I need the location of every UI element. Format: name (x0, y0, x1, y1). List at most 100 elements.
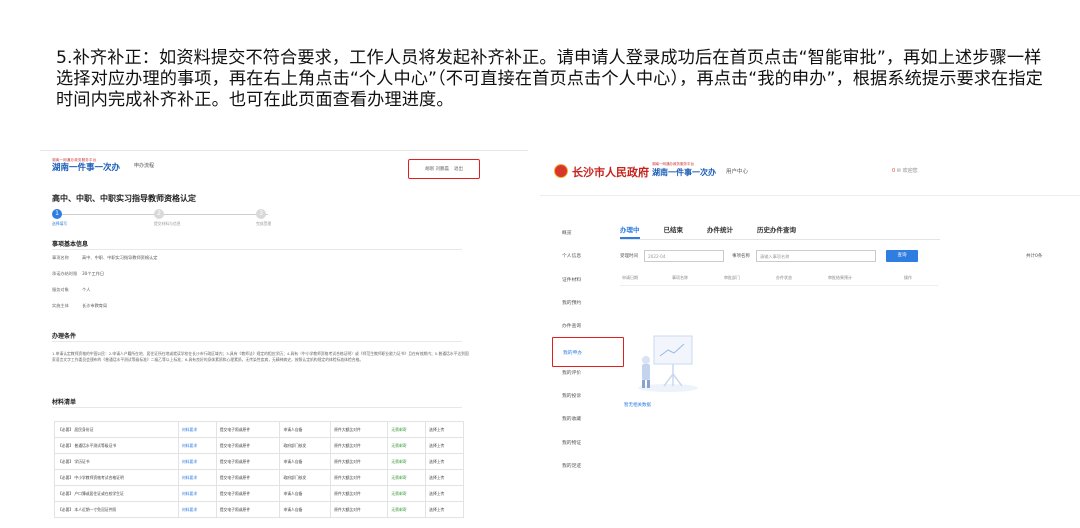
table-row: 【必要】 本人近期一寸免冠证件照 材料要求 提交电子照或原件 申请人自备 原件大额比对件… (54, 501, 464, 518)
mail-option: 无需邮寄 (387, 469, 427, 486)
material-name: 【必要】 中小学教师资格考试合格证明 (54, 469, 179, 486)
mail-option: 无需邮寄 (387, 453, 427, 470)
my-applications-label[interactable]: 我的申办 (563, 349, 582, 356)
table-row: 【必要】 户口簿或居住证或在校学生证 材料要求 提交电子照或原件 申请人自备 原件大额比… (54, 485, 464, 502)
upload-button[interactable]: 选择上传 (425, 453, 464, 470)
name-input[interactable]: 请输入事项名称 (756, 250, 876, 262)
gov-name[interactable]: 长沙市人民政府 (572, 164, 649, 180)
col-header: 事项名称 (672, 274, 688, 280)
hunan-logo[interactable]: 湖南一网通办政务服务平台 湖南一件事一次办 (52, 158, 120, 173)
info-row: 事项名称 高中、中职、中职实习指导教师资格认定 (52, 255, 158, 260)
col-header: 办件状态 (776, 274, 792, 280)
material-requirement-link[interactable]: 材料要求 (177, 453, 217, 470)
basic-info-title: 事项基本信息 (52, 241, 89, 248)
material-name: 【必要】 本人近期一寸免冠证件照 (54, 501, 179, 518)
filter-bar: 受理时间 2022-04 事项名称 请输入事项名称 查询 共计0条 (620, 250, 1060, 262)
table-row: 【必要】 中小学教师资格考试合格证明 材料要求 提交电子照或原件 政府部门核发 原件大额… (54, 469, 464, 486)
upload-button[interactable]: 选择上传 (425, 485, 464, 502)
material-requirement-link[interactable]: 材料要求 (177, 485, 217, 502)
material-requirement-link[interactable]: 材料要求 (177, 421, 217, 438)
sidebar-item-profile[interactable]: 个人信息 (552, 245, 612, 268)
sidebar-item-favorites[interactable]: 我的收藏 (552, 408, 612, 431)
mail-option: 无需邮寄 (387, 485, 427, 502)
mail-option: 无需邮寄 (387, 437, 427, 454)
info-row: 实施主体 长沙市教育局 (52, 303, 108, 308)
user-name-link[interactable]: 胡刚 刘鹏磊 (425, 166, 449, 172)
material-name: 【必要】 户口簿或居住证或在校学生证 (54, 485, 179, 502)
info-row: 承诺办结时限 30个工作日 (52, 271, 105, 276)
sidebar-item-documents[interactable]: 证件材料 (552, 269, 612, 292)
tab-statistics[interactable]: 办件统计 (707, 224, 733, 239)
step-label: 提交材料与信息 (154, 221, 181, 226)
col-header: 审批结果预计 (828, 274, 852, 280)
logo-title: 湖南一件事一次办 (52, 162, 121, 173)
info-row: 服务对象 个人 (52, 287, 91, 292)
sidebar-item-case-query[interactable]: 办件查询 (552, 315, 612, 338)
sidebar-item-evidence[interactable]: 我的物证 (552, 432, 612, 455)
col-header: 操作 (904, 274, 912, 280)
user-menu-highlight[interactable]: 胡刚 刘鹏磊 退出 (408, 159, 480, 179)
upload-button[interactable]: 选择上传 (425, 469, 464, 486)
materials-table: 【必要】 居民身份证 材料要求 提交电子照或原件 申请人自备 原件大额比对件 无需邮寄 选择… (54, 421, 464, 518)
hunan-service-page: 湖南一网通办政务服务平台 湖南一件事一次办 申办流程 胡刚 刘鹏磊 退出 高中、… (40, 150, 528, 528)
hunan-logo[interactable]: 湖南一网通办政务服务平台 湖南一件事一次办 (652, 162, 716, 178)
sidebar-item-overview[interactable]: 概览 (552, 222, 612, 245)
changsha-user-center: 长沙市人民政府 湖南一网通办政务服务平台 湖南一件事一次办 用户中心 0 ✉ 欢… (540, 150, 1080, 528)
material-requirement-link[interactable]: 材料要求 (177, 501, 217, 518)
logo-title: 湖南一件事一次办 (652, 168, 716, 177)
sidebar-item-appointments[interactable]: 我的预约 (552, 292, 612, 315)
material-status: 原件大额比对件 (330, 453, 389, 470)
divider (52, 407, 462, 408)
material-source: 申请人自备 (279, 485, 332, 502)
tab-finished[interactable]: 已结束 (664, 224, 684, 239)
empty-state-text: 暂无相关数据 (624, 403, 651, 408)
material-status: 原件大额比对件 (330, 501, 389, 518)
upload-button[interactable]: 选择上传 (425, 501, 464, 518)
mail-option: 无需邮寄 (387, 501, 427, 518)
material-source: 政府部门核发 (279, 437, 332, 454)
material-source: 申请人自备 (279, 421, 332, 438)
material-status: 原件大额比对件 (330, 437, 389, 454)
submit-method: 提交电子照或原件 (215, 469, 281, 486)
tab-in-progress[interactable]: 办理中 (620, 224, 640, 239)
material-requirement-link[interactable]: 材料要求 (177, 469, 217, 486)
message-icon[interactable]: ✉ (897, 168, 901, 174)
divider (52, 249, 462, 250)
submit-method: 提交电子照或原件 (215, 485, 281, 502)
material-status: 原件大额比对件 (330, 469, 389, 486)
name-label: 事项名称 (732, 254, 750, 259)
empty-state-illustration (638, 335, 698, 392)
step-label: 完成受理 (256, 221, 272, 226)
my-applications-highlight[interactable]: 我的申办 (552, 337, 624, 367)
material-requirement-link[interactable]: 材料要求 (177, 437, 217, 454)
logout-link[interactable]: 退出 (454, 166, 463, 172)
material-source: 申请人自备 (279, 453, 332, 470)
sidebar-item-complaints[interactable]: 我的投诉 (552, 385, 612, 408)
date-label: 受理时间 (620, 254, 638, 259)
instruction-text: 5.补齐补正：如资料提交不符合要求，工作人员将发起补齐补正。请申请人登录成功后在… (56, 48, 1043, 110)
table-row: 【必要】 居民身份证 材料要求 提交电子照或原件 申请人自备 原件大额比对件 无需邮寄 选择… (54, 421, 464, 438)
user-info[interactable]: 0 ✉ 欢迎您 (892, 167, 918, 174)
col-header: 审批部门 (724, 274, 740, 280)
status-tabs: 办理中 已结束 办件统计 历史办件查询 (620, 224, 940, 240)
material-status: 原件大额比对件 (330, 485, 389, 502)
material-status: 原件大额比对件 (330, 421, 389, 438)
material-source: 政府部门核发 (279, 469, 332, 486)
user-center-label: 用户中心 (726, 169, 749, 175)
submit-method: 提交电子照或原件 (215, 421, 281, 438)
total-count: 共计0条 (1026, 254, 1043, 259)
user-greeting[interactable]: 欢迎您 (903, 168, 918, 174)
step-label: 选择填写 (52, 221, 68, 226)
material-name: 【必要】 普通话水平测试等级证书 (54, 437, 179, 454)
submit-method: 提交电子照或原件 (215, 437, 281, 454)
table-row: 【必要】 学历证书 材料要求 提交电子照或原件 申请人自备 原件大额比对件 无需邮寄 选择上… (54, 453, 464, 470)
tab-history[interactable]: 历史办件查询 (757, 224, 796, 239)
sidebar-item-footprints[interactable]: 我的足迹 (552, 455, 612, 478)
nav-apply-process[interactable]: 申办流程 (134, 162, 154, 169)
search-button[interactable]: 查询 (886, 250, 918, 262)
date-input[interactable]: 2022-04 (644, 250, 724, 262)
col-header: 申请日期 (622, 274, 638, 280)
message-badge[interactable]: 0 (892, 168, 895, 174)
upload-button[interactable]: 选择上传 (425, 421, 464, 438)
upload-button[interactable]: 选择上传 (425, 437, 464, 454)
